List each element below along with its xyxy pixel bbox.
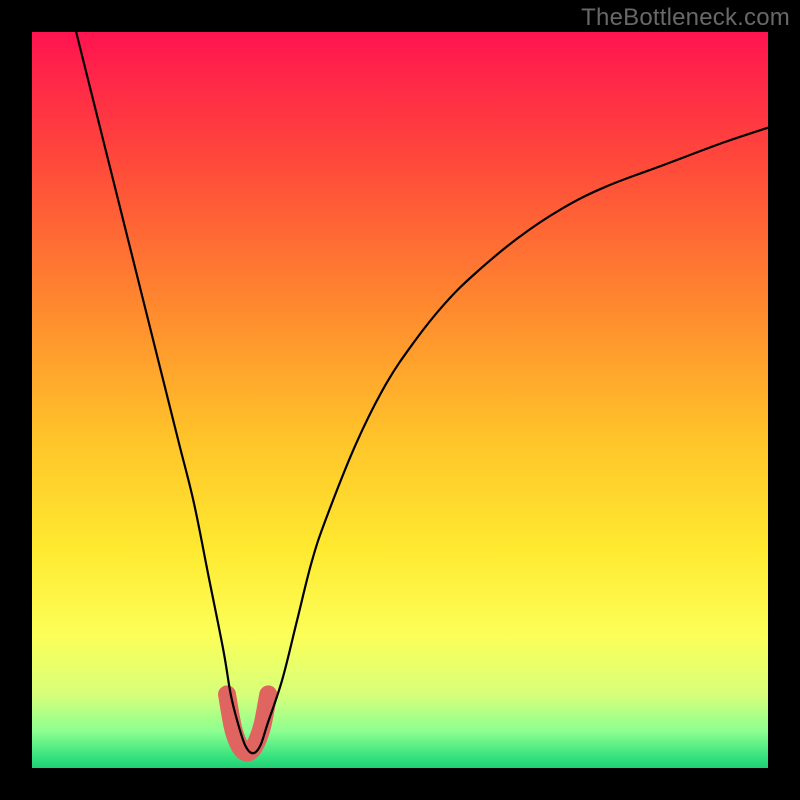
chart-canvas — [0, 0, 800, 800]
watermark-text: TheBottleneck.com — [581, 4, 790, 32]
plot-background — [32, 32, 768, 768]
outer-frame: TheBottleneck.com — [0, 0, 800, 800]
